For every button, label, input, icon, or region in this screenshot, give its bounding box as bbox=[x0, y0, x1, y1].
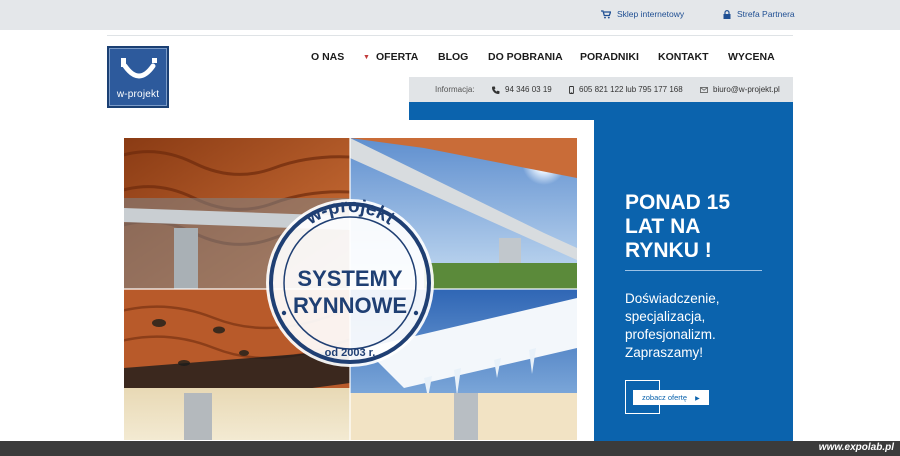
gutter-collage-image: w-projekt SYSTEMY RYNNOWE od 2003 r. bbox=[124, 138, 577, 440]
mobile-phone-icon bbox=[569, 85, 574, 94]
envelope-icon bbox=[700, 86, 708, 93]
badge-since: od 2003 r. bbox=[325, 347, 376, 359]
email-info[interactable]: biuro@w-projekt.pl bbox=[700, 85, 780, 94]
nav-item-o-nas[interactable]: O NAS bbox=[311, 51, 344, 63]
partner-zone-label: Strefa Partnera bbox=[737, 9, 795, 19]
header-accent-strip bbox=[409, 102, 793, 120]
chevron-down-icon: ▼ bbox=[363, 54, 370, 61]
nav-item-poradniki[interactable]: PORADNIKI bbox=[580, 51, 639, 63]
mobile-separator: lub bbox=[625, 85, 637, 94]
nav-item-wycena[interactable]: WYCENA bbox=[728, 51, 775, 63]
mobile-info[interactable]: 605 821 122 lub 795 177 168 bbox=[569, 85, 683, 94]
lock-icon bbox=[723, 9, 731, 19]
phone-icon bbox=[492, 86, 500, 94]
phone-number: 94 346 03 19 bbox=[505, 85, 552, 94]
hero-description: Doświadczenie, specjalizacja, profesjona… bbox=[625, 291, 720, 360]
badge-line-2: RYNNOWE bbox=[293, 293, 407, 318]
hero-title: PONAD 15 LAT NA RYNKU ! bbox=[625, 191, 731, 262]
see-offer-button[interactable]: zobacz ofertę ▶ bbox=[633, 390, 709, 405]
mobile-number-2: 795 177 168 bbox=[638, 85, 683, 94]
contact-info-bar: Informacja: 94 346 03 19 605 821 122 lub… bbox=[409, 77, 793, 102]
top-bar: Sklep internetowy Strefa Partnera bbox=[0, 0, 900, 30]
see-offer-label: zobacz ofertę bbox=[642, 393, 688, 402]
watermark-bar: www.expolab.pl bbox=[0, 441, 900, 456]
hero-divider bbox=[625, 270, 762, 271]
header-divider bbox=[107, 35, 793, 36]
shop-link-label: Sklep internetowy bbox=[617, 9, 685, 19]
info-label: Informacja: bbox=[435, 85, 475, 94]
badge-line-1: SYSTEMY bbox=[297, 266, 402, 291]
shop-link[interactable]: Sklep internetowy bbox=[601, 9, 684, 19]
nav-item-do-pobrania[interactable]: DO POBRANIA bbox=[488, 51, 563, 63]
main-nav: O NAS ▼ OFERTA BLOG DO POBRANIA PORADNIK… bbox=[0, 51, 900, 65]
nav-item-oferta[interactable]: OFERTA bbox=[376, 51, 418, 63]
cart-icon bbox=[601, 9, 611, 18]
logo-text: w-projekt bbox=[116, 89, 160, 100]
nav-item-blog[interactable]: BLOG bbox=[438, 51, 468, 63]
partner-zone-link[interactable]: Strefa Partnera bbox=[723, 9, 795, 19]
phone-info[interactable]: 94 346 03 19 bbox=[492, 85, 552, 94]
nav-item-kontakt[interactable]: KONTAKT bbox=[658, 51, 709, 63]
chevron-right-icon: ▶ bbox=[695, 396, 700, 402]
mobile-number-1: 605 821 122 bbox=[579, 85, 624, 94]
email-address: biuro@w-projekt.pl bbox=[713, 85, 780, 94]
hero-banner-image: w-projekt SYSTEMY RYNNOWE od 2003 r. bbox=[124, 138, 577, 440]
watermark-text: www.expolab.pl bbox=[818, 442, 894, 453]
